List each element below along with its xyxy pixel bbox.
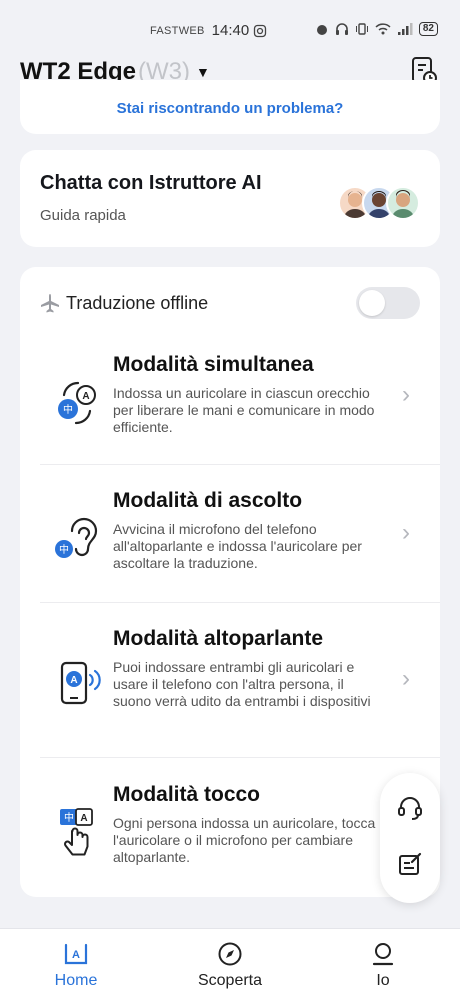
touch-icon: 中 A [60,808,93,856]
vibrate-icon [355,23,368,35]
bottom-navigation: A Home Scoperta Io [0,928,460,1000]
chevron-right-icon: › [402,665,410,692]
toggle-knob [359,290,385,316]
airplane-icon [41,294,59,313]
svg-text:中: 中 [59,543,69,556]
chevron-right-icon: › [402,519,410,546]
offline-translation-row: Traduzione offline [40,287,420,319]
divider [40,757,440,758]
svg-text:A: A [80,813,87,824]
nav-home[interactable]: A Home [26,941,126,990]
status-center: FASTWEB 14:40 [150,22,267,39]
nav-discover-label: Scoperta [197,972,263,989]
mode-text: Modalità simultanea Indossa un auricolar… [113,353,380,436]
modes-card: Traduzione offline A 中 Modalità simultan… [20,267,440,897]
battery-indicator: 82 [418,22,438,36]
mode-description: Ogni persona indossa un auricolare, tocc… [113,815,376,865]
ear-icon: 中 [55,517,98,558]
nav-me-label: Io [376,972,390,989]
avatar-group [338,186,420,220]
mode-title: Modalità altoparlante [113,627,324,650]
svg-text:A: A [72,949,80,961]
offline-translation-label: Traduzione offline [66,292,209,313]
mode-title: Modalità simultanea [113,353,314,376]
mode-listening[interactable]: 中 Modalità di ascolto Avvicina il microf… [40,485,420,603]
ai-instructor-card[interactable]: Chatta con Istruttore AI Guida rapida [20,150,440,247]
offline-translation-toggle[interactable] [356,287,420,319]
feedback-button[interactable] [395,849,425,879]
mode-description: Indossa un auricolare in ciascun orecchi… [113,385,375,435]
avatar [386,186,420,220]
problem-banner[interactable]: Stai riscontrando un problema? [20,80,440,134]
alarm-icon [316,25,327,35]
nav-discover[interactable]: Scoperta [180,941,280,990]
status-bar: FASTWEB 14:40 82 [0,0,460,46]
svg-text:中: 中 [64,811,74,824]
mode-text: Modalità di ascolto Avvicina il microfon… [113,489,380,572]
headset-icon [398,797,422,820]
nav-me[interactable]: Io [333,941,433,990]
svg-text:A: A [70,675,77,686]
signal-icon [397,23,413,35]
carrier-label: FASTWEB [150,24,205,37]
wifi-icon [375,23,391,35]
problem-link[interactable]: Stai riscontrando un problema? [117,100,344,117]
support-button[interactable] [395,793,425,823]
phone-speaker-icon: A [60,661,101,705]
home-icon: A [64,943,88,965]
caret-down-icon[interactable]: ▼ [196,64,210,80]
instagram-icon [254,24,267,37]
mode-text: Modalità altoparlante Puoi indossare ent… [113,627,380,710]
compass-icon [218,942,242,966]
mode-simultaneous[interactable]: A 中 Modalità simultanea Indossa un auric… [40,347,420,465]
svg-text:A: A [82,391,89,402]
mode-description: Puoi indossare entrambi gli auricolari e… [113,659,371,709]
divider [40,602,440,603]
svg-text:中: 中 [63,403,73,416]
mode-text: Modalità tocco Ogni persona indossa un a… [113,783,380,866]
user-icon [372,943,394,966]
chevron-right-icon: › [402,381,410,408]
clock: 14:40 [211,22,250,39]
mode-touch[interactable]: 中 A Modalità tocco Ogni persona indossa … [40,779,420,889]
simultaneous-icon: A 中 [58,381,96,425]
nav-home-label: Home [54,972,98,989]
mode-speaker[interactable]: A Modalità altoparlante Puoi indossare e… [40,623,420,757]
floating-action-pill [380,773,440,903]
mode-description: Avvicina il microfono del telefono all'a… [113,521,362,571]
status-icons: 82 [315,22,438,36]
mode-title: Modalità tocco [113,783,261,806]
edit-note-icon [399,852,422,875]
headphones-icon [335,23,348,35]
mode-title: Modalità di ascolto [113,489,303,512]
divider [40,464,440,465]
